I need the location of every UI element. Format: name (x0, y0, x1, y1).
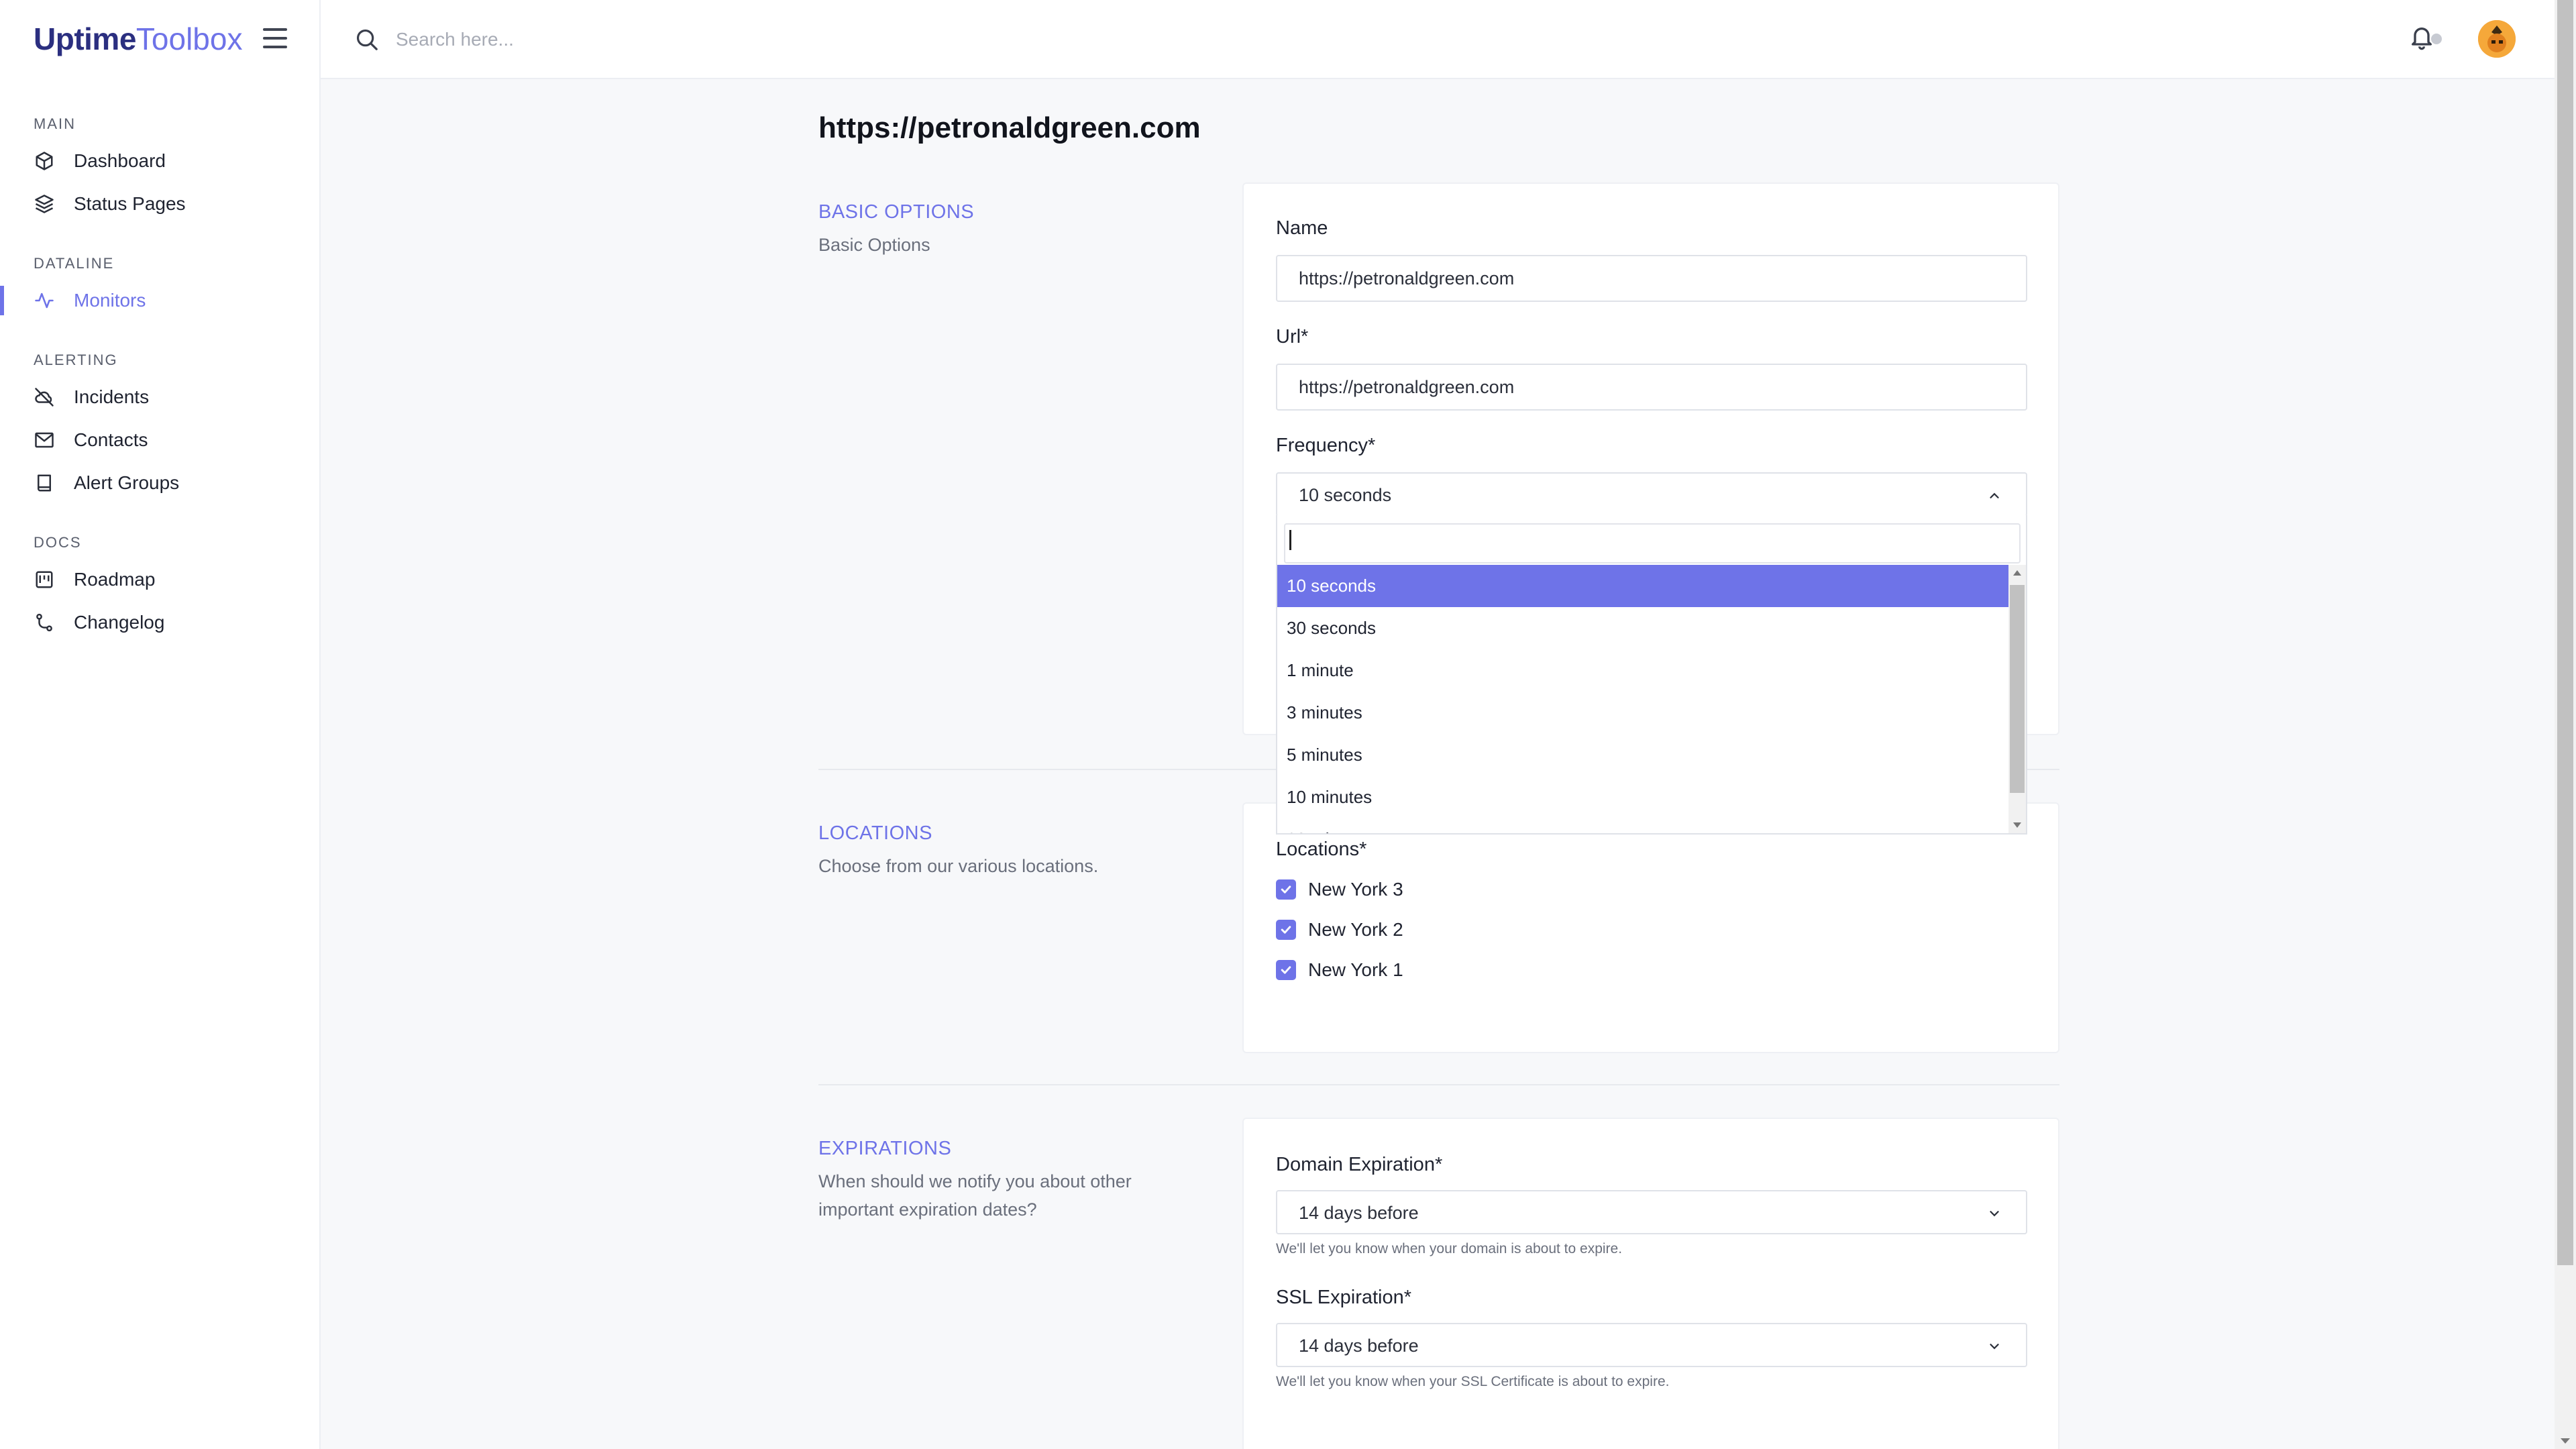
dropdown-scrollbar-thumb[interactable] (2010, 585, 2025, 793)
chevron-up-icon (1987, 488, 2002, 503)
name-field[interactable] (1276, 255, 2027, 302)
frequency-option[interactable]: 30 minutes (1277, 818, 2008, 833)
location-label: New York 2 (1308, 919, 1403, 940)
domain-expiration-label: Domain Expiration* (1276, 1154, 1443, 1175)
notification-status-dot (2431, 34, 2442, 44)
menu-toggle-icon[interactable] (263, 28, 287, 48)
sidebar-item-label: Monitors (74, 290, 146, 311)
sidebar-item-contacts[interactable]: Contacts (0, 421, 321, 459)
frequency-select[interactable]: 10 seconds (1276, 472, 2027, 517)
chevron-down-icon (1987, 1339, 2002, 1354)
sidebar-item-roadmap[interactable]: Roadmap (0, 561, 321, 598)
avatar[interactable] (2478, 20, 2516, 58)
location-checkbox-new-york-3[interactable]: New York 3 (1276, 876, 1403, 903)
activity-icon (34, 290, 55, 311)
ssl-expiration-help: We'll let you know when your SSL Certifi… (1276, 1374, 1670, 1389)
checkbox-checked-icon[interactable] (1276, 960, 1296, 980)
ssl-expiration-value: 14 days before (1299, 1336, 1419, 1356)
sidebar-item-label: Dashboard (74, 150, 166, 171)
frequency-dropdown: 10 seconds 30 seconds 1 minute 3 minutes 5 m… (1276, 515, 2027, 835)
sidebar-item-alert-groups[interactable]: Alert Groups (0, 464, 321, 502)
frequency-option[interactable]: 30 seconds (1277, 607, 2008, 649)
sidebar-item-label: Status Pages (74, 193, 186, 214)
sidebar-item-incidents[interactable]: Incidents (0, 378, 321, 416)
ssl-expiration-label: SSL Expiration* (1276, 1287, 1412, 1308)
location-label: New York 1 (1308, 959, 1403, 980)
checkbox-checked-icon[interactable] (1276, 920, 1296, 940)
mail-icon (34, 429, 55, 451)
nav-section-docs: DOCS (34, 534, 82, 551)
page-scrollbar[interactable] (2555, 0, 2576, 1449)
sidebar-item-label: Alert Groups (74, 472, 180, 493)
top-bar (321, 0, 2555, 79)
chevron-down-icon (1987, 1206, 2002, 1221)
sidebar-item-changelog[interactable]: Changelog (0, 604, 321, 641)
section-description-locations: Choose from our various locations. (818, 856, 1099, 876)
nav-section-alerting: ALERTING (34, 352, 118, 368)
section-description-basic-options: Basic Options (818, 235, 930, 255)
sidebar-item-label: Contacts (74, 429, 148, 450)
cube-icon (34, 150, 55, 172)
frequency-option[interactable]: 3 minutes (1277, 692, 2008, 734)
page-scrollbar-thumb[interactable] (2557, 0, 2573, 1265)
sidebar-item-label: Roadmap (74, 569, 156, 590)
logo-text-toolbox: Toolbox (136, 21, 243, 56)
section-heading-basic-options: BASIC OPTIONS (818, 201, 975, 223)
nav-section-dataline: DATALINE (34, 255, 115, 272)
sidebar-item-status-pages[interactable]: Status Pages (0, 185, 321, 223)
frequency-option[interactable]: 10 minutes (1277, 776, 2008, 818)
sidebar-item-dashboard[interactable]: Dashboard (0, 142, 321, 180)
scroll-down-arrow-icon[interactable] (2013, 822, 2021, 828)
cloud-off-icon (34, 386, 55, 408)
url-label: Url* (1276, 326, 1309, 347)
scroll-down-arrow-icon[interactable] (2561, 1438, 2570, 1444)
frequency-options-list: 10 seconds 30 seconds 1 minute 3 minutes 5 m… (1277, 565, 2008, 833)
frequency-select-value: 10 seconds (1299, 485, 1392, 505)
logo-text-uptime: Uptime (34, 21, 136, 56)
domain-expiration-value: 14 days before (1299, 1203, 1419, 1223)
text-cursor (1289, 530, 1291, 550)
search-icon[interactable] (354, 27, 380, 52)
sidebar-item-label: Incidents (74, 386, 150, 407)
book-icon (34, 472, 55, 494)
ssl-expiration-select[interactable]: 14 days before (1276, 1323, 2027, 1367)
location-checkbox-new-york-2[interactable]: New York 2 (1276, 916, 1403, 943)
domain-expiration-select[interactable]: 14 days before (1276, 1190, 2027, 1234)
frequency-label: Frequency* (1276, 435, 1376, 456)
scroll-up-arrow-icon[interactable] (2013, 570, 2021, 576)
sidebar-item-monitors[interactable]: Monitors (0, 282, 321, 319)
location-label: New York 3 (1308, 879, 1403, 900)
search-input[interactable] (396, 23, 865, 56)
page-title: https://petronaldgreen.com (818, 111, 1201, 144)
frequency-option[interactable]: 1 minute (1277, 649, 2008, 692)
frequency-option[interactable]: 5 minutes (1277, 734, 2008, 776)
location-checkbox-new-york-1[interactable]: New York 1 (1276, 957, 1403, 983)
section-description-expirations: When should we notify you about other im… (818, 1171, 1132, 1220)
section-divider (818, 1084, 2059, 1085)
name-label: Name (1276, 217, 1328, 239)
git-pull-icon (34, 612, 55, 633)
sidebar: Uptime Toolbox MAIN Dashboard Status Page… (0, 0, 321, 1449)
frequency-option[interactable]: 10 seconds (1277, 565, 2008, 607)
url-field[interactable] (1276, 364, 2027, 411)
trello-icon (34, 569, 55, 590)
nav-section-main: MAIN (34, 115, 76, 132)
layers-icon (34, 193, 55, 215)
section-heading-expirations: EXPIRATIONS (818, 1138, 952, 1159)
app-logo[interactable]: Uptime Toolbox (34, 19, 242, 59)
dropdown-scrollbar[interactable] (2008, 565, 2026, 833)
section-heading-locations: LOCATIONS (818, 822, 932, 844)
locations-label: Locations* (1276, 839, 1367, 860)
sidebar-item-label: Changelog (74, 612, 165, 633)
checkbox-checked-icon[interactable] (1276, 879, 1296, 900)
frequency-dropdown-search-input[interactable] (1284, 523, 2021, 564)
domain-expiration-help: We'll let you know when your domain is a… (1276, 1241, 1623, 1256)
